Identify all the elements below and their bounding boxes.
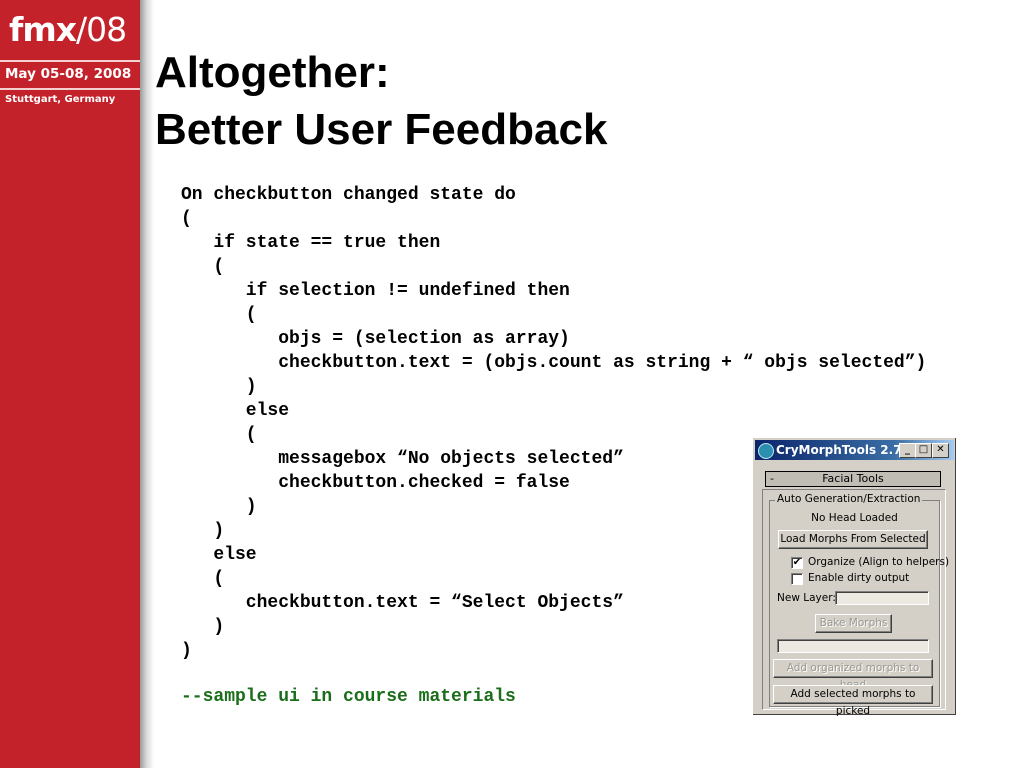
rollout-facial-tools[interactable]: - Facial Tools bbox=[765, 471, 941, 487]
crymorphtools-window: CryMorphTools 2.7 _ □ ✕ - Facial Tools A… bbox=[752, 437, 957, 717]
maximize-button[interactable]: □ bbox=[915, 443, 932, 458]
code-line: if selection != undefined then bbox=[181, 281, 570, 301]
divider bbox=[0, 60, 140, 62]
code-line: ( bbox=[181, 257, 225, 277]
dirty-output-checkbox[interactable] bbox=[791, 573, 803, 585]
slide-title: Altogether: Better User Feedback bbox=[155, 44, 607, 158]
code-line: if state == true then bbox=[181, 233, 441, 253]
minimize-button[interactable]: _ bbox=[899, 443, 916, 458]
window-title: CryMorphTools 2.7 bbox=[776, 443, 902, 457]
status-text: No Head Loaded bbox=[811, 512, 898, 524]
title-line-2: Better User Feedback bbox=[155, 105, 608, 154]
sidebar-shadow bbox=[140, 0, 154, 768]
organize-label: Organize (Align to helpers) bbox=[808, 556, 950, 568]
add-selected-morphs-button[interactable]: Add selected morphs to picked bbox=[773, 685, 933, 717]
code-line: ( bbox=[181, 209, 192, 229]
logo-brand: fmx bbox=[9, 10, 77, 49]
divider bbox=[0, 88, 140, 90]
code-line: checkbutton.text = (objs.count as string… bbox=[181, 353, 927, 373]
progress-bar bbox=[777, 639, 929, 653]
close-button[interactable]: ✕ bbox=[932, 443, 949, 458]
add-organized-morphs-button[interactable]: Add organized morphs to head bbox=[773, 659, 933, 691]
new-layer-input[interactable] bbox=[835, 591, 929, 605]
code-line: ( bbox=[181, 305, 257, 325]
conference-location: Stuttgart, Germany bbox=[5, 94, 116, 105]
fmx-logo: fmx/08 bbox=[9, 10, 127, 50]
code-line: else bbox=[181, 401, 290, 421]
dirty-output-label: Enable dirty output bbox=[808, 572, 910, 584]
new-layer-label: New Layer: bbox=[777, 592, 836, 604]
window-titlebar[interactable]: CryMorphTools 2.7 _ □ ✕ bbox=[755, 440, 954, 460]
logo-year: /08 bbox=[76, 10, 127, 49]
code-comment: --sample ui in course materials bbox=[181, 687, 516, 707]
title-line-1: Altogether: bbox=[155, 48, 390, 97]
organize-checkbox[interactable]: ✔ bbox=[791, 557, 803, 569]
bake-morphs-button[interactable]: Bake Morphs bbox=[815, 614, 892, 633]
code-line: On checkbutton changed state do bbox=[181, 185, 516, 205]
load-morphs-button[interactable]: Load Morphs From Selected bbox=[778, 530, 928, 549]
code-line: ) bbox=[181, 377, 257, 397]
conference-sidebar: fmx/08 May 05-08, 2008 Stuttgart, German… bbox=[0, 0, 140, 768]
conference-dates: May 05-08, 2008 bbox=[5, 66, 132, 82]
code-line: objs = (selection as array) bbox=[181, 329, 570, 349]
group-label: Auto Generation/Extraction bbox=[775, 493, 923, 505]
rollout-title: Facial Tools bbox=[822, 472, 884, 485]
app-icon bbox=[758, 443, 774, 459]
